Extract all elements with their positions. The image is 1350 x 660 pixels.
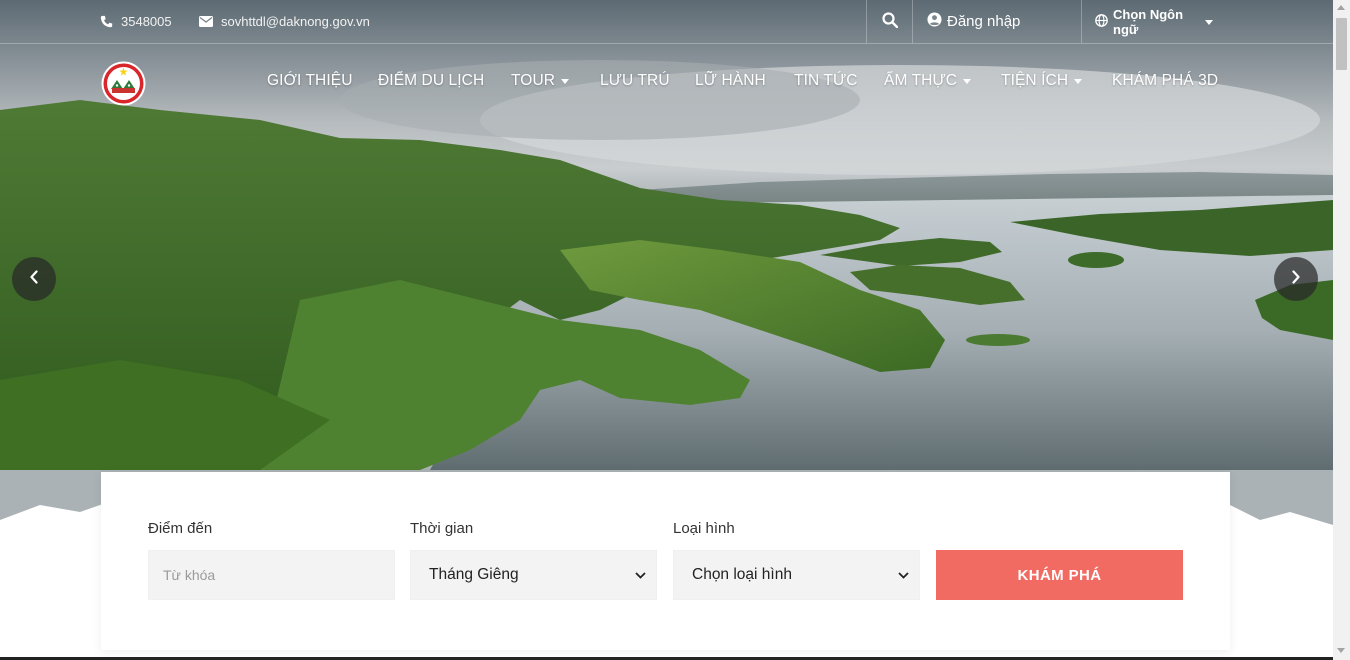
chevron-right-icon <box>1291 269 1301 289</box>
carousel-prev-button[interactable] <box>12 257 56 301</box>
language-label: Chọn Ngôn ngữ <box>1113 6 1184 37</box>
destination-label: Điểm đến <box>148 520 213 537</box>
type-label: Loại hình <box>673 520 735 537</box>
nav-label: ẨM THỰC <box>884 72 958 89</box>
time-label: Thời gian <box>410 520 474 537</box>
search-icon <box>881 12 898 31</box>
nav-item-lu-hanh[interactable]: LỮ HÀNH <box>695 72 766 90</box>
scrollbar-thumb[interactable] <box>1336 18 1347 70</box>
chevron-left-icon <box>29 269 39 289</box>
top-bar: 3548005 sovhttdl@daknong.gov.vn Đăng nhậ… <box>0 0 1333 44</box>
nav-label: TIN TỨC <box>794 72 858 89</box>
nav-label: GIỚI THIỆU <box>267 72 353 89</box>
nav-label: TOUR <box>511 72 556 89</box>
nav-label: LỮ HÀNH <box>695 72 766 89</box>
phone-number: 3548005 <box>121 14 172 29</box>
destination-input[interactable] <box>149 551 394 599</box>
nav-label: ĐIỂM DU LỊCH <box>378 72 485 89</box>
nav-item-tour[interactable]: TOUR <box>511 72 570 90</box>
nav-item-kham-pha-3d[interactable]: KHÁM PHÁ 3D <box>1112 72 1218 90</box>
nav-item-diem-du-lich[interactable]: ĐIỂM DU LỊCH <box>378 72 484 90</box>
search-button[interactable] <box>866 0 912 43</box>
explore-button[interactable]: KHÁM PHÁ <box>936 550 1183 600</box>
time-select[interactable]: Tháng Giêng <box>410 550 657 600</box>
scroll-up-arrow-icon[interactable] <box>1337 5 1345 10</box>
login-label: Đăng nhập <box>947 13 1021 30</box>
phone-icon <box>100 15 113 28</box>
nav-label: TIỆN ÍCH <box>1001 72 1069 89</box>
chevron-down-icon <box>635 566 646 584</box>
nav-item-tien-ich[interactable]: TIỆN ÍCH <box>1001 72 1083 90</box>
chevron-down-icon <box>1205 19 1213 25</box>
chevron-down-icon <box>898 566 909 584</box>
envelope-icon <box>199 16 213 27</box>
nav-item-tin-tuc[interactable]: TIN TỨC <box>794 72 858 90</box>
page-scrollbar[interactable] <box>1333 0 1350 660</box>
nav-label: LƯU TRÚ <box>600 72 670 89</box>
phone-contact[interactable]: 3548005 <box>100 0 172 43</box>
email-contact[interactable]: sovhttdl@daknong.gov.vn <box>199 0 370 43</box>
language-selector[interactable]: Chọn Ngôn ngữ <box>1081 0 1333 43</box>
type-select[interactable]: Chọn loại hình <box>673 550 920 600</box>
login-link[interactable]: Đăng nhập <box>912 0 1081 43</box>
user-circle-icon <box>927 12 942 31</box>
nav-item-gioi-thieu[interactable]: GIỚI THIỆU <box>267 72 353 90</box>
nav-label: KHÁM PHÁ 3D <box>1112 72 1219 89</box>
chevron-down-icon <box>1074 79 1083 84</box>
carousel-next-button[interactable] <box>1274 257 1318 301</box>
scroll-down-arrow-icon[interactable] <box>1337 648 1345 653</box>
destination-field[interactable] <box>148 550 395 600</box>
nav-item-am-thuc[interactable]: ẨM THỰC <box>884 72 972 90</box>
site-logo[interactable] <box>101 61 146 106</box>
search-panel: Điểm đến Thời gian Tháng Giêng Loại hình… <box>101 472 1230 650</box>
chevron-down-icon <box>963 79 972 84</box>
email-address: sovhttdl@daknong.gov.vn <box>221 14 370 29</box>
globe-icon <box>1095 13 1108 30</box>
chevron-down-icon <box>561 79 570 84</box>
nav-item-luu-tru[interactable]: LƯU TRÚ <box>600 72 670 90</box>
time-select-value: Tháng Giêng <box>429 566 519 583</box>
type-select-value: Chọn loại hình <box>692 566 792 583</box>
